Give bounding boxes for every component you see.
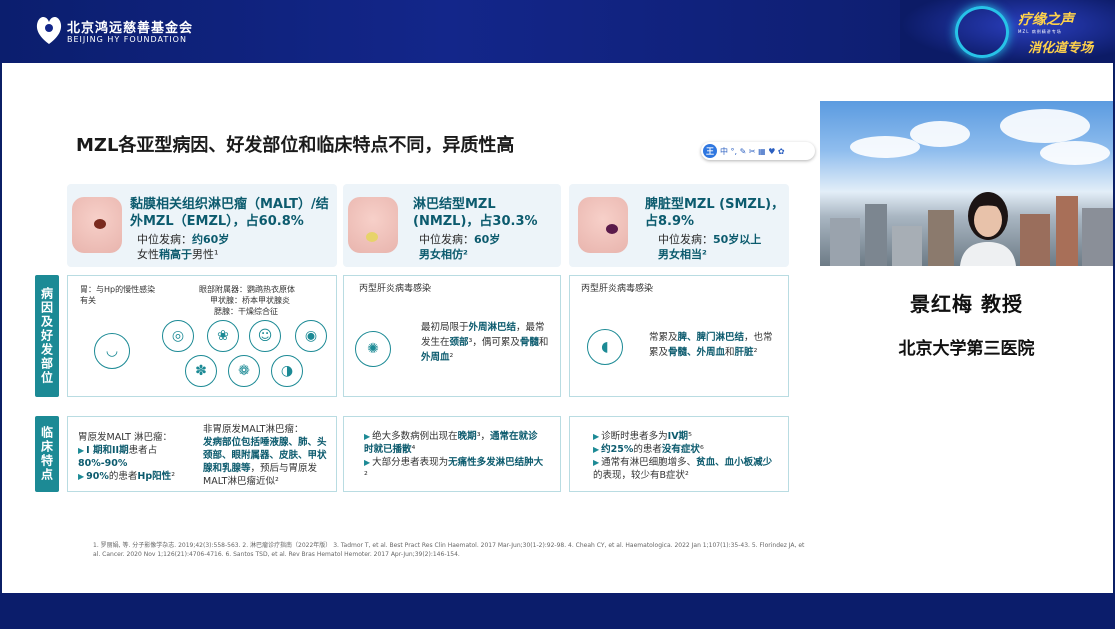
program-logo-icon: [955, 6, 1009, 58]
slide-title: MZL各亚型病因、好发部位和临床特点不同，异质性高: [76, 135, 515, 156]
malt-etiology-thyroid: 甲状腺：桥本甲状腺炎: [210, 296, 290, 305]
stomach-icon: ◡: [94, 333, 130, 369]
etiology-side-label: 病因及好发部位: [35, 275, 59, 397]
nmzl-age: 中位发病：60岁: [419, 233, 501, 246]
program-title: 疗缘之声: [1018, 12, 1074, 28]
smzl-etiology-text: 常累及脾、脾门淋巴结，也常累及骨髓、外周血和肝脏²: [649, 332, 773, 358]
speaker-hospital: 北京大学第三医院: [898, 339, 1035, 359]
nmzl-sex: 男女相仿²: [419, 248, 468, 261]
malt-etiology-gastric: 胃：与Hp的慢性感染有关: [80, 285, 156, 305]
malt-etiology-parotid: 腮腺：干燥综合征: [214, 307, 278, 316]
lung-icon: ❀: [207, 320, 239, 352]
skin-icon: ✽: [185, 355, 217, 387]
bottom-banner: [0, 593, 1115, 629]
slide-references: 1. 罗丽娟, 等. 分子影像学杂志. 2019;42(3):558-563. …: [93, 542, 805, 558]
malt-title: 黏膜相关组织淋巴瘤（MALT）/结外MZL（EMZL），占60.8%: [130, 197, 329, 229]
spleen-lesion-icon: [606, 224, 618, 234]
smzl-clinical-text: ▶ 诊断时患者多为IV期⁵ ▶ 约25%的患者没有症状⁶ ▶ 通常有淋巴细胞增多、贫血…: [593, 431, 773, 481]
nmzl-etiology-text: 最初局限于外周淋巴结，最常发生在颈部³，偶可累及骨髓和外周血²: [421, 322, 549, 363]
user-avatar-icon[interactable]: 王: [703, 144, 717, 158]
smzl-age: 中位发病：50岁以上: [658, 233, 762, 246]
program-session: 消化道专场: [1028, 41, 1094, 56]
smzl-sex: 男女相当²: [658, 248, 707, 261]
speaker-person: [960, 192, 1016, 266]
lymph-system-icon: ✺: [355, 331, 391, 367]
thyroid-icon: ◎: [162, 320, 194, 352]
head-icon: ☺: [249, 320, 281, 352]
clinical-side-label: 临床特点: [35, 416, 59, 492]
stomach-lesion-icon: [94, 219, 106, 229]
malt-etiology-ocular: 眼部附属器：鹦鹉热衣原体: [199, 285, 295, 294]
malt-sex: 女性稍高于男性¹: [137, 248, 219, 261]
smzl-title: 脾脏型MZL (SMZL)，占8.9%: [645, 197, 785, 229]
malt-clinical-gastric: 胃原发MALT 淋巴瘤： ▶ I 期和II期患者占80%-90% ▶ 90%的患者H…: [78, 432, 175, 482]
program-subtitle: MZL 病例精讲专场: [1018, 29, 1062, 34]
org-name-cn: 北京鸿远慈善基金会: [67, 21, 194, 36]
foundation-logo-icon: [36, 16, 62, 44]
eye-icon: ◉: [295, 320, 327, 352]
toolbar-tools[interactable]: 中 °, ✎ ✂ ▦ ♥ ✿: [720, 146, 785, 157]
nmzl-title: 淋巴结型MZL (NMZL)，占30.3%: [413, 197, 538, 229]
nmzl-clinical-text: ▶ 绝大多数病例出现在晚期³，通常在就诊时就已播散⁴ ▶ 大部分患者表现为无痛性多发…: [364, 431, 544, 481]
salivary-icon: ◑: [271, 355, 303, 387]
malt-age: 中位发病：约60岁: [137, 233, 230, 246]
spleen-organ-icon: [578, 197, 628, 253]
spleen-icon: ◖: [587, 329, 623, 365]
lymph-node-icon: [366, 232, 378, 242]
lymph-organ-icon: [348, 197, 398, 253]
breast-icon: ❁: [228, 355, 260, 387]
nmzl-etiology-head: 丙型肝炎病毒感染: [359, 284, 432, 294]
annotation-toolbar[interactable]: 王 中 °, ✎ ✂ ▦ ♥ ✿: [701, 142, 815, 160]
org-name-en: BEIJING HY FOUNDATION: [67, 35, 187, 44]
speaker-name: 景红梅 教授: [910, 292, 1023, 316]
smzl-etiology-head: 丙型肝炎病毒感染: [581, 284, 654, 294]
top-banner: 北京鸿远慈善基金会 BEIJING HY FOUNDATION 疗缘之声 MZL…: [0, 0, 1115, 63]
malt-clinical-nongastric: 非胃原发MALT淋巴瘤： 发病部位包括唾液腺、肺、头颈部、眼附属器、皮肤、甲状腺…: [203, 424, 327, 487]
